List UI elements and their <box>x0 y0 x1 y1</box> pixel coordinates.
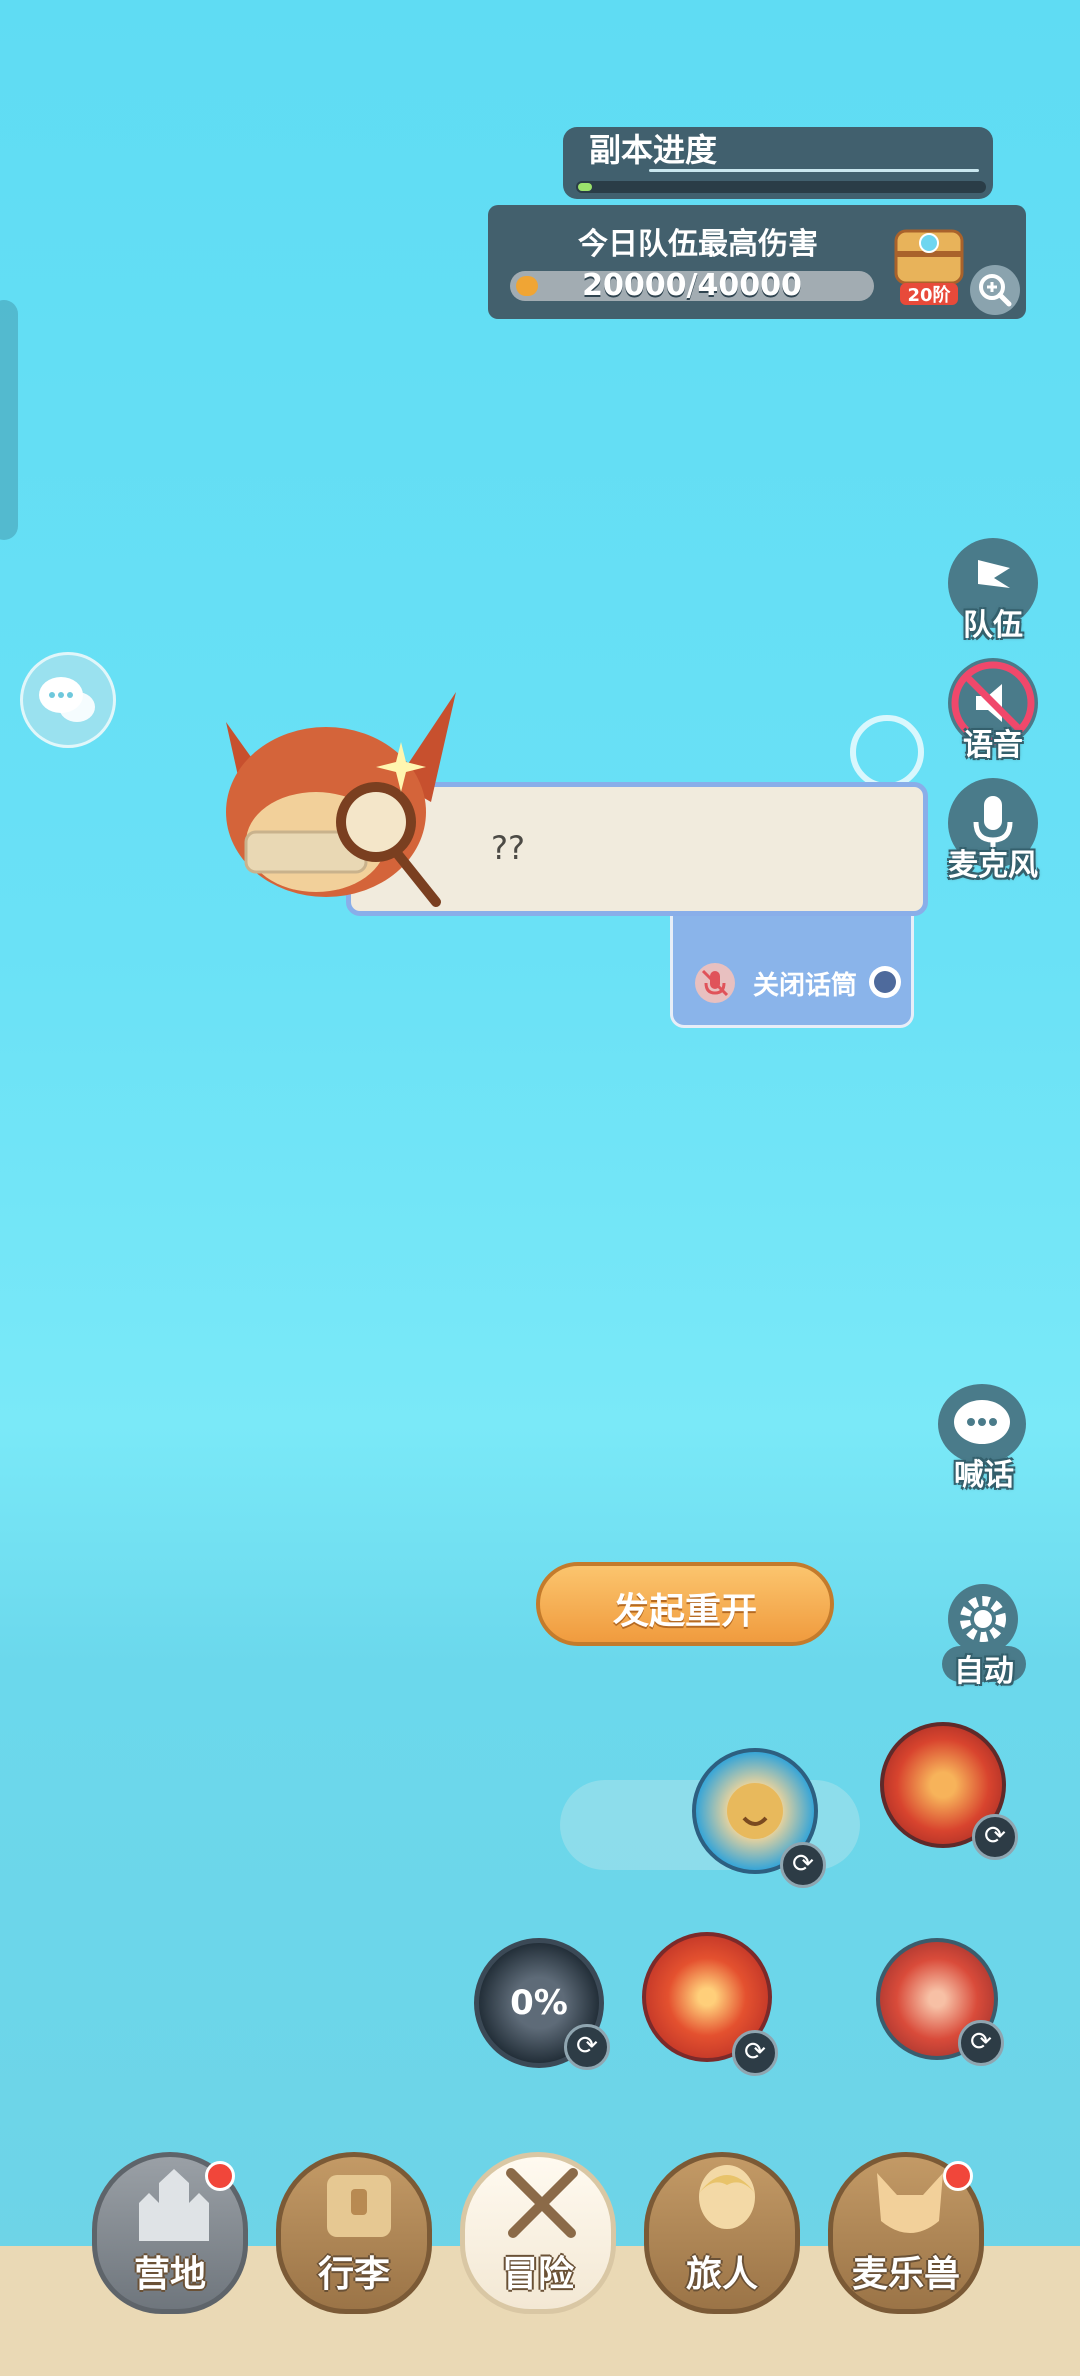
refresh-icon[interactable]: ⟳ <box>958 2020 1004 2066</box>
restart-label: 发起重开 <box>612 1591 757 1632</box>
auto-button[interactable] <box>948 1584 1018 1654</box>
refresh-icon[interactable]: ⟳ <box>972 1814 1018 1860</box>
progress-accent <box>649 169 979 172</box>
nav-adventure[interactable]: 冒险 <box>460 2152 616 2314</box>
skill-percent: 0% <box>510 1983 568 2023</box>
refresh-icon[interactable]: ⟳ <box>732 2030 778 2076</box>
nav-camp[interactable]: 营地 <box>92 2152 248 2314</box>
damage-value: 20000/40000 <box>582 268 802 303</box>
nav-luggage[interactable]: 行李 <box>276 2152 432 2314</box>
crossed-swords-icon <box>506 2168 578 2238</box>
nav-traveler-label: 旅人 <box>685 2254 758 2295</box>
chat-button[interactable] <box>20 652 116 748</box>
pet-cat-icon <box>877 2173 943 2233</box>
close-mic-option[interactable]: 关闭话筒 <box>683 953 903 1011</box>
treasure-chest-icon[interactable]: 20阶 <box>892 221 966 309</box>
shout-label: 喊话 <box>954 1458 1014 1493</box>
team-label: 队伍 <box>963 608 1023 643</box>
nav-adventure-label: 冒险 <box>501 2254 574 2295</box>
refresh-icon[interactable]: ⟳ <box>780 1842 826 1888</box>
nav-pet-label: 麦乐兽 <box>851 2254 960 2295</box>
mic-label: 麦克风 <box>948 848 1038 883</box>
refresh-icon[interactable]: ⟳ <box>564 2024 610 2070</box>
dungeon-progress-fill <box>578 183 592 191</box>
radio-button[interactable] <box>869 966 901 998</box>
daily-damage-label: 今日队伍最高伤害 <box>578 227 818 262</box>
dungeon-progress-track <box>576 181 986 193</box>
gear-icon <box>960 1596 1006 1642</box>
fox-mascot <box>216 682 466 922</box>
mic-off-icon <box>695 963 735 1003</box>
daily-damage-panel[interactable]: 今日队伍最高伤害 20000/40000 20阶 <box>488 205 1026 319</box>
dungeon-progress-bar: 副本进度 <box>563 127 993 199</box>
chat-bubbles-icon <box>39 677 95 722</box>
nav-luggage-label: 行李 <box>317 2254 390 2295</box>
traveler-portrait-icon <box>699 2165 755 2229</box>
dungeon-progress-label: 副本进度 <box>589 131 718 169</box>
nav-pet[interactable]: 麦乐兽 <box>828 2152 984 2314</box>
restart-button[interactable]: 发起重开 <box>536 1562 834 1646</box>
voice-label: 语音 <box>963 728 1023 763</box>
zoom-in-icon[interactable] <box>970 265 1020 315</box>
mic-highlight-ring <box>850 715 924 789</box>
notification-badge <box>943 2161 973 2191</box>
speech-text: ?? <box>491 829 525 867</box>
close-mic-label: 关闭话筒 <box>753 971 858 1001</box>
nav-traveler[interactable]: 旅人 <box>644 2152 800 2314</box>
left-drawer-handle[interactable] <box>0 300 18 540</box>
nav-camp-label: 营地 <box>133 2254 206 2295</box>
tier-badge: 20阶 <box>907 284 951 306</box>
backpack-icon <box>327 2175 391 2237</box>
notification-badge <box>205 2161 235 2191</box>
auto-label: 自动 <box>954 1654 1014 1689</box>
